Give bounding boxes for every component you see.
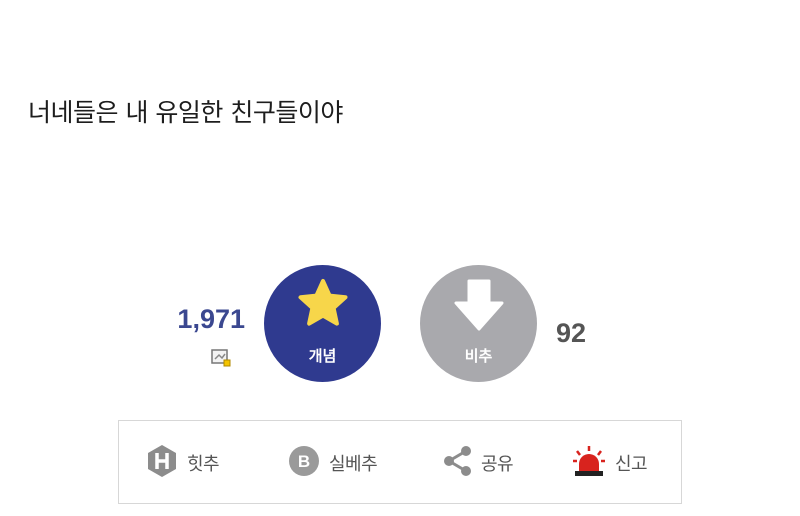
best-recommend-label: 실베추 bbox=[329, 454, 378, 475]
svg-text:B: B bbox=[298, 452, 310, 471]
recommend-area: 1,971 개념 비추 92 bbox=[0, 0, 800, 400]
report-label: 신고 bbox=[615, 454, 648, 475]
report-button[interactable]: 신고 bbox=[571, 441, 648, 485]
pin-note-icon[interactable] bbox=[211, 349, 231, 367]
up-vote-count: 1,971 bbox=[177, 304, 245, 334]
share-label: 공유 bbox=[481, 454, 514, 475]
star-icon bbox=[294, 275, 352, 337]
hit-recommend-button[interactable]: 힛추 bbox=[145, 441, 220, 485]
siren-icon bbox=[571, 443, 607, 483]
circle-b-icon: B bbox=[287, 444, 321, 482]
best-recommend-button[interactable]: B 실베추 bbox=[287, 441, 378, 485]
down-vote-label: 비추 bbox=[464, 347, 493, 365]
hit-recommend-label: 힛추 bbox=[187, 454, 220, 475]
down-vote-count: 92 bbox=[556, 318, 587, 348]
down-arrow-icon bbox=[450, 275, 508, 339]
share-button[interactable]: 공유 bbox=[441, 441, 514, 485]
post-action-bar: 힛추 B 실베추 공유 신고 bbox=[118, 420, 682, 504]
up-vote-button[interactable]: 개념 bbox=[264, 265, 381, 382]
share-icon bbox=[441, 444, 473, 482]
down-vote-button[interactable]: 비추 bbox=[420, 265, 537, 382]
up-vote-label: 개념 bbox=[308, 347, 337, 365]
hexagon-h-icon bbox=[145, 443, 179, 483]
